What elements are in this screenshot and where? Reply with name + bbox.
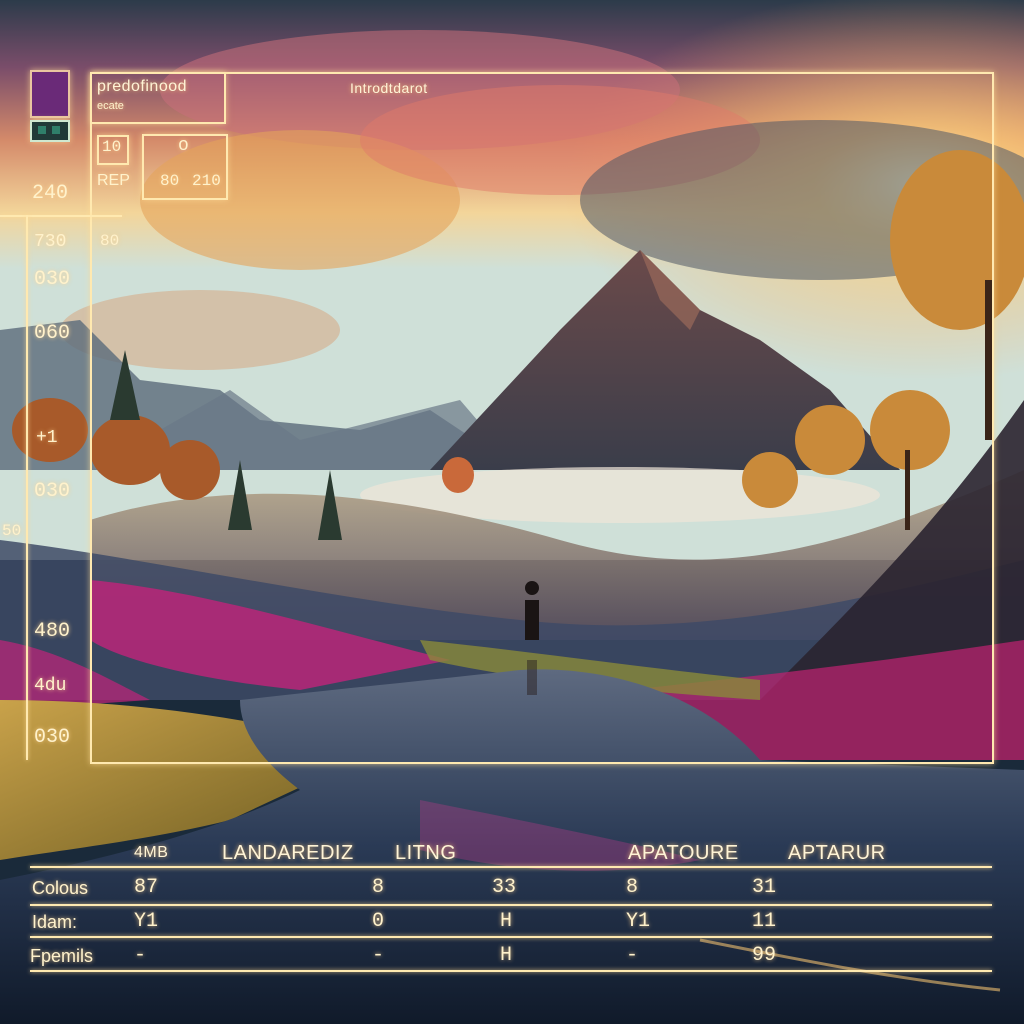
data-table: 4MB LANDAREDIZ LITNG APATOURE APTARUR Co…: [0, 836, 1024, 986]
table-cell: -: [372, 944, 385, 967]
scale-label: 240: [32, 182, 69, 205]
table-cell: Y1: [134, 910, 159, 933]
table-cell: 99: [752, 944, 777, 967]
table-cell: 33: [492, 876, 517, 899]
scale-label: 50: [2, 522, 22, 540]
table-cell: 87: [134, 876, 159, 899]
row-label: Idam:: [32, 912, 78, 932]
table-cell: 8: [372, 876, 385, 899]
scale-label: 730: [34, 232, 67, 252]
table-header-cell: APTARUR: [788, 842, 886, 864]
scale-label: 060: [34, 322, 71, 345]
scale-label: 030: [34, 480, 71, 503]
rep-box-label: 10: [102, 138, 122, 156]
scale-extra-label: 80: [100, 232, 120, 250]
table-rule: [30, 866, 992, 868]
table-cell: -: [134, 944, 147, 967]
panel-subtitle: ecate: [97, 100, 124, 112]
table-cell: 8: [626, 876, 639, 899]
table-cell: H: [500, 910, 513, 933]
header-right-label: Introdtdarot: [350, 80, 428, 96]
scale-label: 480: [34, 620, 71, 643]
table-cell: 11: [752, 910, 777, 933]
table-header-cell: LITNG: [395, 842, 457, 864]
table-cell: H: [500, 944, 513, 967]
table-cell: 31: [752, 876, 777, 899]
scale-label: 030: [34, 268, 71, 291]
table-header-cell: 4MB: [134, 844, 169, 861]
table-rule: [30, 936, 992, 938]
table-rule: [30, 970, 992, 972]
row-label: Fpemils: [30, 946, 94, 966]
color-swatch-icon: [30, 70, 70, 118]
scale-label: 4du: [34, 676, 67, 696]
table-header-cell: APATOURE: [628, 842, 739, 864]
scale-label: +1: [36, 428, 58, 448]
rep-dot-label: o: [178, 136, 189, 156]
rep-label: REP: [97, 172, 130, 189]
scale-rule-vertical: [26, 215, 28, 760]
rep-value-1: 80: [160, 172, 180, 190]
panel-title: predofinood: [97, 78, 188, 95]
table-cell: Y1: [626, 910, 651, 933]
rep-value-2: 210: [192, 172, 221, 190]
table-cell: -: [626, 944, 639, 967]
scale-label: 030: [34, 726, 71, 749]
table-rule: [30, 904, 992, 906]
row-label: Colous: [32, 878, 89, 898]
table-header-cell: LANDAREDIZ: [222, 842, 354, 864]
table-cell: 0: [372, 910, 385, 933]
scale-rule-top: [0, 215, 122, 217]
mini-swatch-icon: [30, 120, 70, 142]
